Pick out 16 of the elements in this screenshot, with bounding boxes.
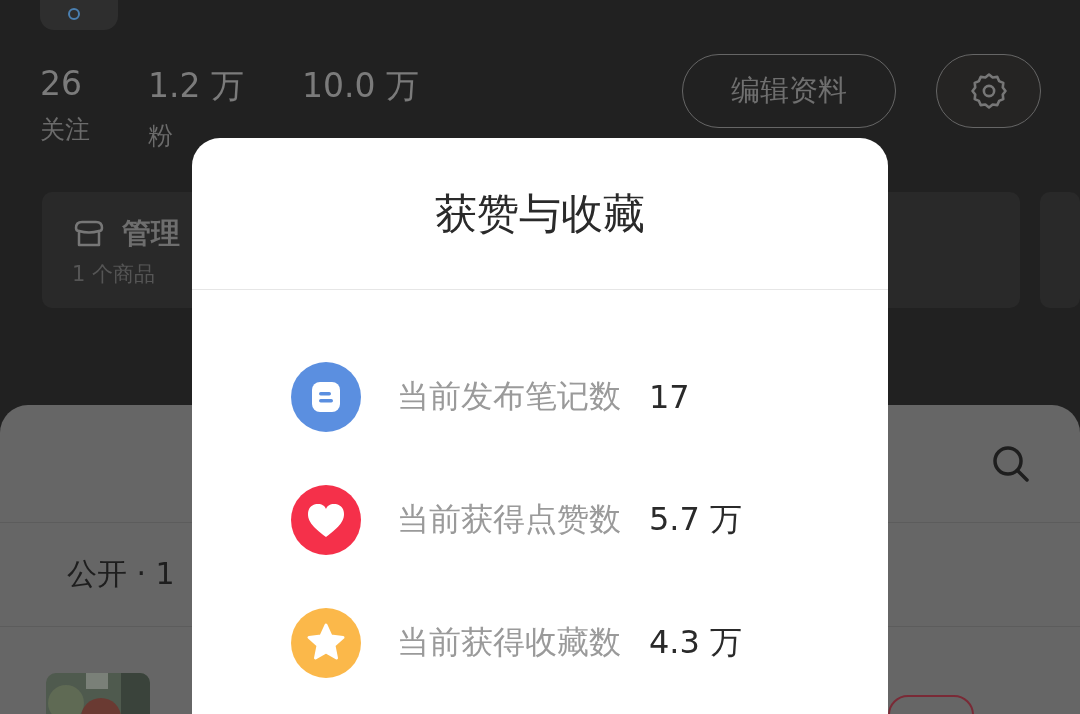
stat-label: 粉 (148, 120, 173, 152)
stat-label: 当前发布笔记数 (397, 376, 621, 417)
filter-label[interactable]: 公开 · 1 (67, 554, 175, 595)
stat-label: 关注 (40, 114, 90, 146)
dialog-title: 获赞与收藏 (192, 138, 888, 290)
stat-value: 17 (649, 378, 690, 416)
stat-value: 4.3 万 (649, 622, 743, 663)
stat-label: 当前获得点赞数 (397, 499, 621, 540)
stat-value: 10.0 万 (302, 65, 419, 107)
stat-label: 当前获得收藏数 (397, 622, 621, 663)
stat-value: 5.7 万 (649, 499, 743, 540)
shop-icon (72, 219, 106, 249)
ring-icon (67, 7, 81, 21)
stat-value: 1.2 万 (148, 65, 244, 107)
card-title: 管理 (122, 215, 180, 252)
stat-value: 26 (40, 64, 82, 103)
